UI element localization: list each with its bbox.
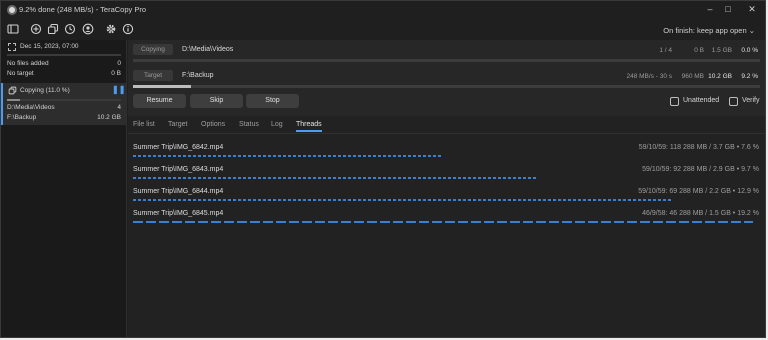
job-item-empty[interactable]: Dec 15, 2023, 07:00 No files added 0 No … [1,40,126,82]
main-panel: Copying D:\Media\Videos 1 / 4 0 B 1.5 GB… [128,40,765,337]
thread-file-name: Summer Trip\IMG_6842.mp4 [133,144,224,151]
title-bar: 9.2% done (248 MB/s) - TeraCopy Pro – □ … [1,1,765,18]
source-total: 1.5 GB [711,47,732,54]
account-icon[interactable] [82,23,94,35]
target-path[interactable]: F:\Backup [182,72,214,79]
settings-gear-icon[interactable] [105,23,117,35]
thread-row[interactable]: Summer Trip\IMG_6845.mp4 46/9/58: 46 288… [133,210,760,226]
job-source-count: 4 [117,104,121,111]
thread-row[interactable]: Summer Trip\IMG_6843.mp4 59/10/59: 92 28… [133,166,760,182]
thread-file-name: Summer Trip\IMG_6844.mp4 [133,188,224,195]
tab-threads[interactable]: Threads [296,121,322,132]
empty-job-icon [8,43,16,51]
history-icon[interactable] [64,23,76,35]
target-percent: 9.2 % [741,73,758,80]
source-file-count: 1 / 4 [659,47,672,54]
thread-file-name: Summer Trip\IMG_6843.mp4 [133,166,224,173]
thread-stats: 46/9/58: 46 288 MB / 1.5 GB • 19.2 % [642,210,759,217]
close-icon[interactable]: ✕ [737,1,765,18]
skip-button[interactable]: Skip [190,94,243,108]
unattended-checkbox[interactable] [670,97,679,106]
tabs-divider [128,133,765,134]
copy-icon[interactable] [47,23,59,35]
tab-log[interactable]: Log [271,121,283,128]
job-target-path: F:\Backup [7,114,37,121]
thread-progress-bar [133,221,753,223]
transfer-speed: 248 MB/s - 30 s [626,73,672,80]
toolbar: On finish: keep app open ⌄ [1,18,765,40]
copying-label: Copying [133,44,173,55]
job-source-path: D:\Media\Videos [7,104,55,111]
job-files-value: 0 [117,60,121,67]
job-status: Copying (11.0 %) [20,87,70,94]
job-list-sidebar: Dec 15, 2023, 07:00 No files added 0 No … [1,40,127,337]
stop-button[interactable]: Stop [246,94,299,108]
target-total: 10.2 GB [708,73,732,80]
copy-job-icon [8,86,17,95]
add-icon[interactable] [30,23,42,35]
thread-progress-bar [133,155,443,157]
info-icon[interactable] [122,23,134,35]
verify-checkbox[interactable] [729,97,738,106]
tab-target[interactable]: Target [168,121,187,128]
job-item-active[interactable]: Copying (11.0 %) ❚❚ D:\Media\Videos 4 F:… [1,83,126,125]
target-label: Target [133,70,173,81]
tab-status[interactable]: Status [239,121,259,128]
verify-label: Verify [742,97,760,104]
thread-file-name: Summer Trip\IMG_6845.mp4 [133,210,224,217]
job-progress-bar [7,54,121,56]
job-progress-fill [7,99,20,101]
thread-row[interactable]: Summer Trip\IMG_6842.mp4 59/10/59: 118 2… [133,144,760,160]
thread-stats: 59/10/59: 118 288 MB / 3.7 GB • 7.6 % [638,144,759,151]
tab-options[interactable]: Options [201,121,225,128]
job-files-label: No files added [7,60,49,67]
tab-file-list[interactable]: File list [133,121,155,128]
thread-progress-bar [133,177,536,179]
job-target-value: 0 B [111,70,121,77]
target-copied: 960 MB [681,73,704,80]
pause-icon[interactable]: ❚❚ [112,86,125,94]
thread-row[interactable]: Summer Trip\IMG_6844.mp4 59/10/59: 69 28… [133,188,760,204]
window-title: 9.2% done (248 MB/s) - TeraCopy Pro [19,5,147,14]
details-area: File list Target Options Status Log Thre… [128,116,765,337]
job-target-size: 10.2 GB [97,114,121,121]
app-window: 9.2% done (248 MB/s) - TeraCopy Pro – □ … [0,0,766,338]
unattended-label: Unattended [683,97,720,104]
source-percent: 0.0 % [741,47,758,54]
thread-stats: 59/10/59: 69 288 MB / 2.2 GB • 12.9 % [638,188,759,195]
job-target-label: No target [7,70,34,77]
job-date: Dec 15, 2023, 07:00 [20,43,79,50]
job-progress-track [7,99,121,101]
source-progress-track [133,59,760,62]
on-finish-dropdown[interactable]: On finish: keep app open ⌄ [663,26,755,35]
thread-stats: 59/10/59: 92 288 MB / 2.9 GB • 9.7 % [642,166,759,173]
target-progress-fill [133,85,191,88]
thread-progress-bar [133,199,672,201]
sidebar-toggle-icon[interactable] [7,23,19,35]
resume-button[interactable]: Resume [133,94,186,108]
app-logo-icon [7,5,17,15]
source-copied: 0 B [694,47,704,54]
target-progress-track [133,85,760,88]
source-path[interactable]: D:\Media\Videos [182,46,233,53]
